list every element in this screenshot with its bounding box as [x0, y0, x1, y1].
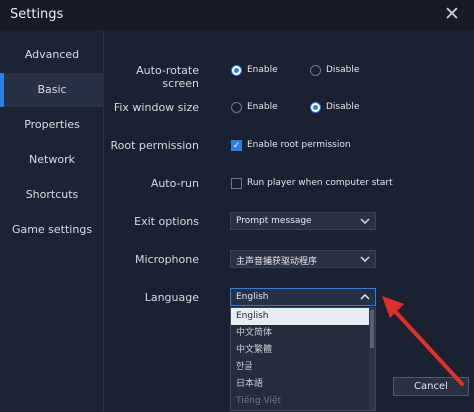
microphone-value: 主声音捕获驱动程序 — [236, 257, 318, 267]
exit-options-label: Exit options — [134, 215, 199, 228]
window-title: Settings — [10, 7, 64, 22]
sidebar-item-properties[interactable]: Properties — [0, 108, 104, 142]
auto-run-checkbox-label: Run player when computer start — [247, 178, 393, 188]
title-bar: Settings ✕ — [0, 0, 474, 30]
fix-window-size-label: Fix window size — [113, 101, 199, 114]
sidebar-item-game-settings[interactable]: Game settings — [0, 213, 104, 247]
sidebar-item-basic[interactable]: Basic — [0, 73, 104, 107]
language-option-simplified-chinese[interactable]: 中文简体 — [231, 325, 369, 342]
auto-rotate-disable-label: Disable — [326, 65, 360, 75]
auto-rotate-enable-label: Enable — [247, 65, 278, 75]
auto-rotate-label: Auto-rotate screen — [136, 64, 199, 90]
auto-run-checkbox[interactable] — [231, 178, 242, 189]
close-icon[interactable]: ✕ — [440, 2, 464, 26]
auto-rotate-disable-radio[interactable] — [310, 65, 321, 76]
sidebar: Advanced Basic Properties Network Shortc… — [0, 30, 104, 412]
microphone-select[interactable]: 主声音捕获驱动程序 — [230, 250, 376, 268]
language-option-vietnamese[interactable]: Tiếng Việt — [231, 393, 369, 410]
root-permission-label: Root permission — [110, 139, 200, 152]
language-option-english[interactable]: English — [231, 308, 369, 325]
language-option-japanese[interactable]: 日本語 — [231, 376, 369, 393]
microphone-label: Microphone — [134, 253, 199, 266]
chevron-down-icon — [360, 218, 370, 225]
language-select[interactable]: English — [230, 288, 376, 306]
exit-options-select[interactable]: Prompt message — [230, 212, 376, 230]
fix-window-disable-label: Disable — [326, 102, 360, 112]
language-value: English — [236, 292, 269, 302]
sidebar-item-shortcuts[interactable]: Shortcuts — [0, 178, 104, 212]
sidebar-item-advanced[interactable]: Advanced — [0, 38, 104, 72]
fix-window-disable-radio[interactable] — [310, 102, 321, 113]
settings-panel: Auto-rotate screen Enable Disable Fix wi… — [105, 30, 474, 412]
sidebar-item-network[interactable]: Network — [0, 143, 104, 177]
root-permission-checkbox-label: Enable root permission — [247, 140, 351, 150]
auto-rotate-enable-radio[interactable] — [231, 65, 242, 76]
language-option-korean[interactable]: 한글 — [231, 359, 369, 376]
dropdown-scroll-thumb[interactable] — [370, 310, 374, 348]
fix-window-enable-label: Enable — [247, 102, 278, 112]
fix-window-enable-radio[interactable] — [231, 102, 242, 113]
cancel-button[interactable]: Cancel — [393, 377, 469, 396]
language-label: Language — [144, 291, 199, 304]
chevron-up-icon — [360, 293, 370, 300]
auto-run-label: Auto-run — [150, 177, 199, 190]
chevron-down-icon — [360, 256, 370, 263]
language-option-traditional-chinese[interactable]: 中文繁體 — [231, 342, 369, 359]
dropdown-scrollbar[interactable] — [369, 308, 375, 410]
language-dropdown-list: English 中文简体 中文繁體 한글 日本語 Tiếng Việt — [230, 307, 376, 411]
root-permission-checkbox[interactable]: ✓ — [231, 140, 242, 151]
exit-options-value: Prompt message — [236, 216, 312, 226]
